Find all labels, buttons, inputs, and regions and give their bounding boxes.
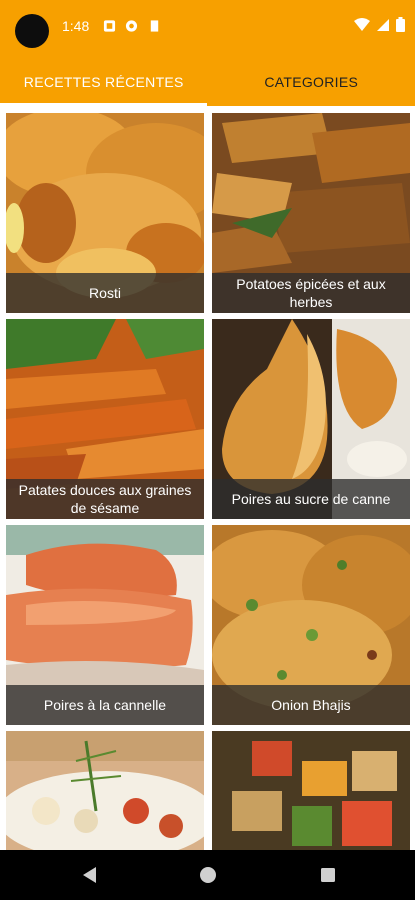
- recipe-title: Poires à la cannelle: [6, 685, 204, 725]
- avatar: [15, 14, 49, 48]
- status-time: 1:48: [62, 18, 90, 34]
- recipe-card[interactable]: Poires à la cannelle: [6, 525, 204, 725]
- status-bar: 1:48: [0, 0, 415, 58]
- recipe-title: Poires au sucre de canne: [212, 479, 410, 519]
- recipe-title: Onion Bhajis: [212, 685, 410, 725]
- app-icon: [125, 20, 138, 32]
- recipe-card[interactable]: Onion Bhajis: [212, 525, 410, 725]
- tab-recent-recipes[interactable]: RECETTES RÉCENTES: [0, 58, 208, 106]
- tab-categories[interactable]: CATEGORIES: [208, 58, 415, 106]
- recipe-card[interactable]: [6, 731, 204, 851]
- home-icon[interactable]: [199, 865, 217, 885]
- recipe-card[interactable]: Potatoes épicées et aux herbes: [212, 113, 410, 313]
- recipe-card[interactable]: Rosti: [6, 113, 204, 313]
- recipe-image: [6, 731, 204, 851]
- back-icon[interactable]: [80, 865, 98, 885]
- recipe-card[interactable]: Patates douces aux graines de sésame: [6, 319, 204, 519]
- recipe-title: Patates douces aux graines de sésame: [6, 479, 204, 519]
- signal-icon: [377, 18, 389, 31]
- navigation-bar: [0, 850, 415, 900]
- battery-icon: [396, 17, 405, 32]
- recipe-image: [212, 731, 410, 851]
- divider: [0, 106, 415, 109]
- recipe-card[interactable]: Poires au sucre de canne: [212, 319, 410, 519]
- recipe-title: Rosti: [6, 273, 204, 313]
- status-icons: [354, 17, 405, 32]
- wifi-icon: [354, 17, 370, 31]
- sd-card-icon: [150, 20, 159, 32]
- recents-icon[interactable]: [319, 865, 337, 885]
- tab-bar: RECETTES RÉCENTES CATEGORIES: [0, 58, 415, 106]
- notification-icon: [103, 20, 116, 32]
- recipe-card[interactable]: [212, 731, 410, 851]
- recipe-title: Potatoes épicées et aux herbes: [212, 273, 410, 313]
